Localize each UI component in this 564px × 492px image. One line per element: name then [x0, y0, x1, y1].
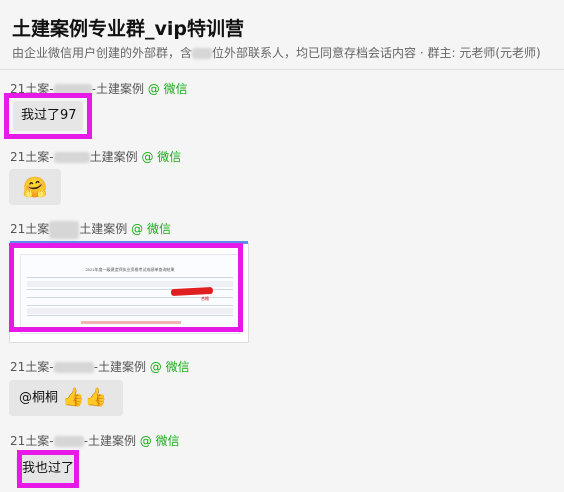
redacted-name [53, 152, 90, 163]
wechat-source-tag: @ 微信 [141, 150, 182, 164]
message-3: 21土案 土建案例 @ 微信 [10, 220, 171, 239]
wechat-source-tag: @ 微信 [149, 360, 190, 374]
sender-prefix: 21土案- [10, 150, 54, 164]
mention-text: @桐桐 [19, 390, 59, 406]
sender-suffix: -土建案例 [93, 360, 146, 374]
sender-name[interactable]: 21土案- 土建案例 @ 微信 [10, 148, 181, 165]
report-stamp: 合格 [201, 296, 209, 301]
report-footnote [81, 321, 181, 324]
sender-name[interactable]: 21土案- -土建案例 @ 微信 [10, 80, 188, 97]
sender-suffix: -土建案例 [83, 434, 136, 448]
subtitle-prefix: 由企业微信用户创建的外部群，含 [12, 46, 193, 60]
sender-name[interactable]: 21土案 土建案例 @ 微信 [10, 220, 171, 239]
emoji-bubble[interactable]: 🤗 [9, 169, 61, 205]
redacted-name [53, 362, 94, 373]
sender-prefix: 21土案- [10, 434, 54, 448]
redacted-name [49, 220, 80, 239]
redacted-name [53, 436, 84, 447]
message-5: 21土案- -土建案例 @ 微信 [10, 432, 180, 449]
sender-name[interactable]: 21土案- -土建案例 @ 微信 [10, 432, 180, 449]
sender-suffix: 土建案例 [79, 222, 128, 236]
sender-suffix: 土建案例 [89, 150, 138, 164]
redacted-count [192, 48, 213, 59]
sender-name[interactable]: 21土案- -土建案例 @ 微信 [10, 358, 190, 375]
image-message[interactable]: 2021年度一级建造师执业资格考试成绩单查询结果 合格 [9, 241, 249, 343]
mention-bubble[interactable]: @桐桐 👍👍 [9, 380, 123, 416]
sender-prefix: 21土案- [10, 82, 54, 96]
wechat-source-tag: @ 微信 [147, 82, 188, 96]
chat-header: 土建案例专业群_vip特训营 由企业微信用户创建的外部群，含 位外部联系人，均已同… [0, 0, 564, 70]
sender-prefix: 21土案- [10, 360, 54, 374]
score-report-image: 2021年度一级建造师执业资格考试成绩单查询结果 合格 [20, 254, 240, 334]
wechat-source-tag: @ 微信 [139, 434, 180, 448]
subtitle-suffix: 位外部联系人，均已同意存档会话内容 · 群主: 元老师(元老师) [212, 46, 541, 60]
message-bubble[interactable]: 我过了97 [13, 101, 83, 131]
message-4: 21土案- -土建案例 @ 微信 [10, 358, 190, 375]
thumbs-up-icon: 👍👍 [62, 387, 107, 408]
wechat-source-tag: @ 微信 [131, 222, 171, 236]
sender-prefix: 21土案 [10, 222, 50, 236]
message-bubble[interactable]: 我也过了 [16, 455, 74, 483]
message-1: 21土案- -土建案例 @ 微信 [10, 80, 188, 97]
group-title: 土建案例专业群_vip特训营 [12, 18, 244, 40]
message-2: 21土案- 土建案例 @ 微信 [10, 148, 181, 165]
redacted-name [53, 84, 92, 95]
sender-suffix: -土建案例 [91, 82, 144, 96]
group-subtitle: 由企业微信用户创建的外部群，含 位外部联系人，均已同意存档会话内容 · 群主: 元… [12, 44, 541, 61]
image-top-bar [10, 241, 248, 244]
red-scribble [170, 286, 214, 297]
report-title: 2021年度一级建造师执业资格考试成绩单查询结果 [85, 267, 175, 272]
